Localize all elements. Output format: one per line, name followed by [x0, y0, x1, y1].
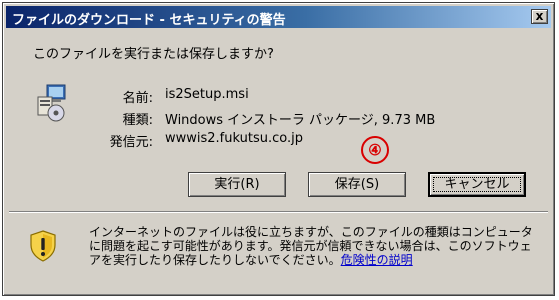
download-security-dialog: ファイルのダウンロード - セキュリティの警告 x このファイルを実行または保存…	[2, 2, 555, 296]
step-marker: ④	[361, 136, 389, 164]
installer-package-icon	[37, 84, 66, 122]
file-type-value: Windows インストーラ パッケージ, 9.73 MB	[165, 113, 436, 128]
cancel-button[interactable]: キャンセル	[428, 172, 526, 197]
run-button[interactable]: 実行(R)	[188, 172, 286, 197]
warning-text: インターネットのファイルは役に立ちますが、このファイルの種類はコンピュータに問題…	[89, 225, 533, 267]
name-label: 名前:	[122, 91, 153, 106]
type-label: 種類:	[122, 113, 153, 128]
title-bar[interactable]: ファイルのダウンロード - セキュリティの警告 x	[6, 6, 551, 28]
focus-rectangle	[433, 177, 521, 192]
publisher-label: 発信元:	[109, 135, 153, 150]
separator	[9, 211, 548, 213]
file-name-value: is2Setup.msi	[165, 87, 249, 102]
question-text: このファイルを実行または保存しますか?	[33, 47, 274, 62]
shield-warning-icon	[30, 230, 56, 262]
save-button[interactable]: 保存(S)	[308, 172, 406, 197]
warning-message: インターネットのファイルは役に立ちますが、このファイルの種類はコンピュータに問題…	[89, 225, 539, 267]
dialog-title: ファイルのダウンロード - セキュリティの警告	[12, 13, 286, 28]
risk-explanation-link[interactable]: 危険性の説明	[341, 253, 413, 267]
close-button[interactable]: x	[531, 9, 548, 24]
publisher-value: wwwis2.fukutsu.co.jp	[165, 131, 303, 146]
